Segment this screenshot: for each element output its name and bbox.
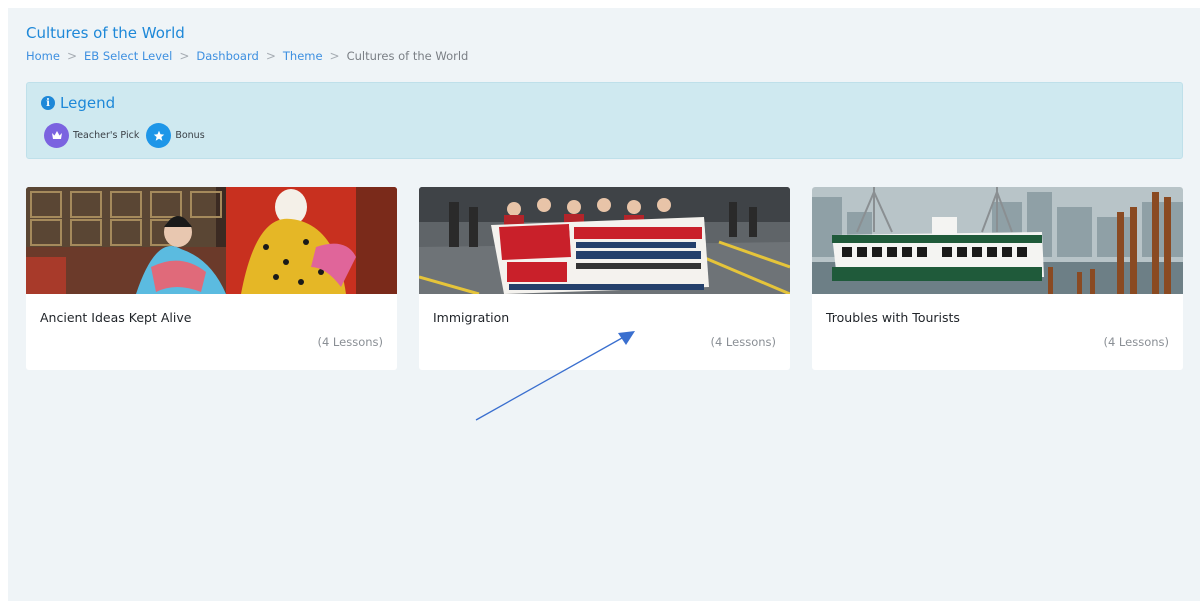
breadcrumb-current: Cultures of the World	[346, 49, 469, 63]
lesson-card-troubles-tourists[interactable]: Troubles with Tourists (4 Lessons)	[812, 187, 1183, 370]
lesson-card-grid: Ancient Ideas Kept Alive (4 Lessons) Imm…	[26, 187, 1184, 371]
protest-march-photo	[419, 187, 790, 294]
content-area: Cultures of the World Home > EB Select L…	[8, 8, 1200, 601]
harbor-ferry-photo	[812, 187, 1183, 294]
crown-icon	[44, 123, 69, 148]
page-title: Cultures of the World	[26, 24, 185, 42]
legend-label: Teacher's Pick	[73, 130, 140, 141]
legend-item-bonus: Bonus	[146, 123, 205, 148]
legend-label: Bonus	[175, 130, 205, 141]
breadcrumb-dashboard[interactable]: Dashboard	[196, 49, 258, 63]
info-icon: i	[41, 96, 55, 110]
chevron-right-icon: >	[329, 49, 340, 63]
lesson-count: (4 Lessons)	[1103, 335, 1169, 349]
lesson-card-immigration[interactable]: Immigration (4 Lessons)	[419, 187, 790, 370]
legend-item-teachers-pick: Teacher's Pick	[44, 123, 139, 148]
card-title[interactable]: Ancient Ideas Kept Alive	[40, 310, 191, 325]
chevron-right-icon: >	[265, 49, 276, 63]
breadcrumb: Home > EB Select Level > Dashboard > The…	[26, 49, 468, 63]
chinese-opera-performers-photo	[26, 187, 397, 294]
chevron-right-icon: >	[66, 49, 78, 63]
legend-heading: i Legend	[41, 94, 115, 112]
legend-items: Teacher's Pick Bonus	[44, 123, 205, 148]
breadcrumb-eb-select-level[interactable]: EB Select Level	[84, 49, 172, 63]
lesson-count: (4 Lessons)	[710, 335, 776, 349]
lesson-card-ancient-ideas[interactable]: Ancient Ideas Kept Alive (4 Lessons)	[26, 187, 397, 370]
card-title[interactable]: Troubles with Tourists	[826, 310, 960, 325]
star-icon	[146, 123, 172, 148]
breadcrumb-home[interactable]: Home	[26, 49, 60, 63]
breadcrumb-theme[interactable]: Theme	[283, 49, 323, 63]
legend-panel: i Legend Teacher's Pick Bonus	[26, 82, 1183, 159]
chevron-right-icon: >	[179, 49, 190, 63]
lesson-count: (4 Lessons)	[317, 335, 383, 349]
card-title[interactable]: Immigration	[433, 310, 509, 325]
legend-title: Legend	[60, 94, 116, 112]
